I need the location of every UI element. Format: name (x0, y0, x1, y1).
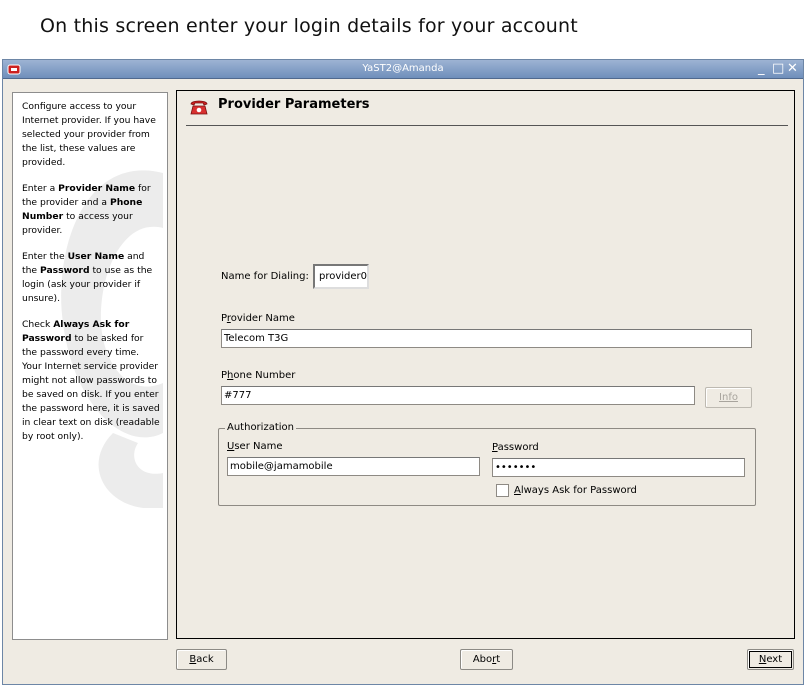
dialing-name-label: Name for Dialing: (221, 271, 309, 282)
help-paragraph-1: Configure access to your Internet provid… (22, 101, 156, 168)
help-paragraph-3: Enter the User Name and the Password to … (22, 251, 153, 304)
screen-caption: On this screen enter your login details … (40, 15, 578, 37)
authorization-legend: Authorization (225, 422, 296, 433)
provider-parameters-panel: Provider Parameters Name for Dialing: pr… (176, 90, 795, 639)
user-name-input[interactable]: mobile@jamamobile (227, 457, 480, 476)
minimize-icon[interactable]: _ (758, 61, 765, 77)
dialing-name-field[interactable]: provider0 (313, 264, 369, 289)
phone-number-label: Phone Number (221, 370, 296, 381)
window-titlebar[interactable]: YaST2@Amanda _ □ ✕ (3, 60, 803, 79)
always-ask-label[interactable]: Always Ask for Password (514, 485, 637, 496)
header-divider (186, 125, 788, 126)
help-panel[interactable]: Configure access to your Internet provid… (12, 92, 168, 640)
maximize-icon[interactable]: □ (772, 61, 784, 77)
next-button[interactable]: Next (747, 649, 794, 670)
window-title: YaST2@Amanda (362, 63, 444, 74)
password-label: Password (492, 442, 539, 453)
yast-window: YaST2@Amanda _ □ ✕ Configure access to y… (2, 59, 804, 685)
authorization-group: Authorization User Name mobile@jamamobil… (218, 422, 756, 506)
provider-name-label: Provider Name (221, 313, 295, 324)
help-paragraph-4: Check Always Ask for Password to be aske… (22, 319, 160, 442)
phone-number-input[interactable]: #777 (221, 386, 695, 405)
password-input[interactable]: ••••••• (492, 458, 745, 477)
info-button[interactable]: Info (705, 387, 752, 408)
always-ask-checkbox[interactable] (496, 484, 509, 497)
back-button[interactable]: Back (176, 649, 227, 670)
page-title: Provider Parameters (218, 97, 370, 112)
user-name-label: User Name (227, 441, 283, 452)
help-paragraph-2: Enter a Provider Name for the provider a… (22, 183, 151, 236)
close-icon[interactable]: ✕ (787, 61, 798, 77)
provider-name-input[interactable]: Telecom T3G (221, 329, 752, 348)
abort-button[interactable]: Abort (460, 649, 513, 670)
phone-icon (189, 98, 209, 119)
